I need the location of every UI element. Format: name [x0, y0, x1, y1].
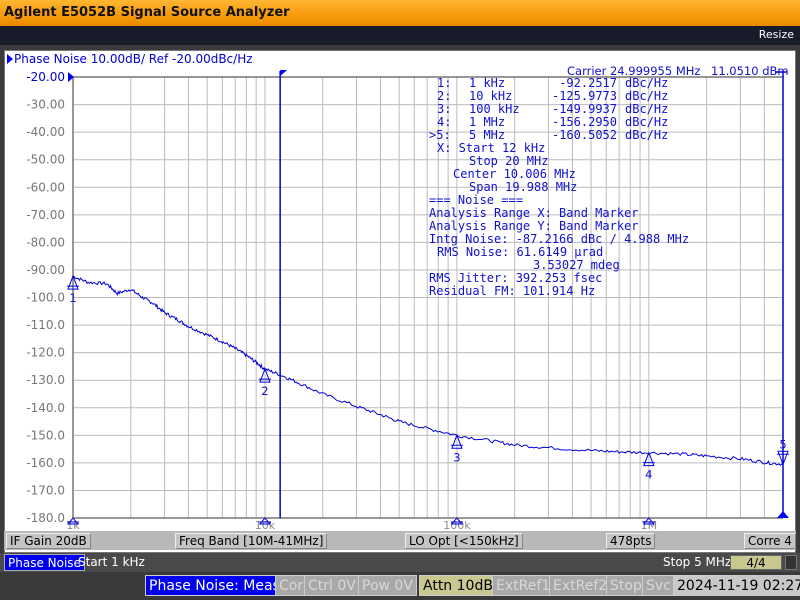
y-axis-ticks: -20.00 -30.00 -40.00 -50.00 -60.00 -70.00 -80.… — [26, 70, 74, 525]
y-tick-label: -140.0 — [26, 401, 65, 415]
marker-4-label: 4 — [645, 468, 652, 482]
y-tick-label: -80.00 — [26, 235, 65, 249]
points-button[interactable]: 478pts — [606, 533, 656, 549]
start-frequency: Start 1 kHz — [78, 555, 145, 569]
band-start: X: Start 12 kHz — [437, 141, 545, 155]
marker-readout-id: 1: — [437, 76, 451, 90]
trace-title-text: Phase Noise 10.00dB/ Ref -20.00dBc/Hz — [14, 52, 253, 66]
if-gain-button[interactable]: IF Gain 20dB — [6, 533, 91, 549]
trace-panel: -20.00 -30.00 -40.00 -50.00 -60.00 -70.00 -80.… — [4, 50, 796, 553]
correlation-button[interactable]: Corre 4 — [744, 533, 796, 549]
attn-status: Attn 10dB — [419, 575, 497, 596]
rms-noise-rad: RMS Noise: 61.6149 µrad — [437, 245, 603, 259]
y-tick-label: -50.00 — [26, 153, 65, 167]
stop-frequency: Stop 5 MHz — [663, 555, 732, 569]
marker-readout: Carrier 24.999955 MHz 11.0510 dBm1: 1 kHz -… — [429, 64, 789, 298]
y-tick-label: -20.00 — [26, 70, 65, 84]
marker-readout-unit: dBc/Hz — [625, 76, 668, 90]
y-tick-label: -170.0 — [26, 483, 65, 497]
y-tick-label: -90.00 — [26, 263, 65, 277]
sweep-status-row: Phase Noise Start 1 kHz Stop 5 MHz 4/4 — [0, 553, 800, 572]
integrated-noise: Intg Noise: -87.2166 dBc / 4.988 MHz — [429, 232, 689, 246]
marker-2-label: 2 — [261, 384, 268, 398]
trace-count: 4/4 — [730, 555, 782, 570]
pow-status: Pow 0V — [358, 575, 417, 596]
marker-readout-unit: dBc/Hz — [625, 102, 668, 116]
residual-fm: Residual FM: 101.914 Hz — [429, 284, 595, 298]
markers-group: 1 2 3 4 5 — [67, 274, 789, 482]
window-title: Agilent E5052B Signal Source Analyzer — [4, 5, 290, 20]
status-indicator — [785, 555, 797, 570]
marker-readout-unit: dBc/Hz — [625, 89, 668, 103]
lo-opt-button[interactable]: LO Opt [<150kHz] — [405, 533, 523, 549]
y-tick-label: -180.0 — [26, 511, 65, 525]
instrument-status-bar: Phase Noise: Meas Cor Ctrl 0V Pow 0V Att… — [0, 574, 800, 600]
freq-band-button[interactable]: Freq Band [10M-41MHz] — [175, 533, 328, 549]
rms-noise-deg: 3.53027 mdeg — [533, 258, 620, 272]
marker-readout-unit: dBc/Hz — [625, 115, 668, 129]
marker-readout-freq: 1 kHz — [469, 76, 505, 90]
stop-status: Stop — [606, 575, 646, 596]
band-span: Span 19.988 MHz — [469, 180, 577, 194]
y-tick-label: -150.0 — [26, 428, 65, 442]
analysis-range-x: Analysis Range X: Band Marker — [429, 206, 639, 220]
marker-readout-value: -125.9773 — [552, 89, 617, 103]
marker-readout-value: -92.2517 — [559, 76, 617, 90]
marker-readout-freq: 1 MHz — [469, 115, 505, 129]
y-tick-label: -70.00 — [26, 208, 65, 222]
analysis-range-y: Analysis Range Y: Band Marker — [429, 219, 639, 233]
marker-3-label: 3 — [453, 450, 460, 464]
marker-readout-freq: 10 kHz — [469, 89, 512, 103]
y-tick-label: -130.0 — [26, 373, 65, 387]
y-tick-label: -120.0 — [26, 346, 65, 360]
svc-status: Svc — [642, 575, 675, 596]
phase-noise-trace — [72, 275, 784, 466]
band-marker-flag-icon — [280, 70, 288, 76]
meas-status: Phase Noise: Meas — [145, 575, 284, 596]
marker-readout-freq: 100 kHz — [469, 102, 520, 116]
measurement-info-bar: IF Gain 20dB Freq Band [10M-41MHz] LO Op… — [4, 531, 796, 550]
marker-readout-value: -160.5052 — [552, 128, 617, 142]
marker-readout-freq: 5 MHz — [469, 128, 505, 142]
y-tick-label: -40.00 — [26, 125, 65, 139]
marker-readout-id: 2: — [437, 89, 451, 103]
marker-5-label: 5 — [779, 437, 786, 451]
rms-jitter: RMS Jitter: 392.253 fsec — [429, 271, 602, 285]
instrument-display: -20.00 -30.00 -40.00 -50.00 -60.00 -70.00 -80.… — [0, 45, 800, 600]
y-tick-label: -30.00 — [26, 98, 65, 112]
marker-1-label: 1 — [69, 291, 76, 305]
extref2-status: ExtRef2 — [549, 575, 612, 596]
carrier-power: 11.0510 dBm — [711, 64, 789, 78]
y-tick-label: -110.0 — [26, 318, 65, 332]
active-trace-triangle-icon — [7, 54, 13, 64]
cor-status: Cor — [275, 575, 308, 596]
trace-group — [72, 275, 784, 466]
y-tick-label: -60.00 — [26, 180, 65, 194]
marker-readout-unit: dBc/Hz — [625, 128, 668, 142]
band-stop: Stop 20 MHz — [469, 154, 548, 168]
datetime: 2024-11-19 02:27 — [673, 575, 800, 596]
marker-readout-value: -156.2950 — [552, 115, 617, 129]
trace-title: Phase Noise 10.00dB/ Ref -20.00dBc/Hz — [7, 52, 253, 66]
stop-arrow-icon — [777, 511, 789, 518]
ctrl-status: Ctrl 0V — [304, 575, 360, 596]
phase-noise-chart: -20.00 -30.00 -40.00 -50.00 -60.00 -70.00 -80.… — [26, 64, 789, 532]
band-center: Center 10.006 MHz — [453, 167, 576, 181]
y-tick-label: -100.0 — [26, 291, 65, 305]
extref1-status: ExtRef1 — [492, 575, 555, 596]
marker-readout-id: 4: — [437, 115, 451, 129]
measurement-mode-tag[interactable]: Phase Noise — [4, 554, 85, 571]
window-title-bar: Agilent E5052B Signal Source Analyzer — [0, 0, 800, 26]
noise-header: === Noise === — [429, 193, 523, 207]
marker-readout-value: -149.9937 — [552, 102, 617, 116]
marker-readout-id: >5: — [429, 128, 451, 142]
resize-button[interactable]: Resize — [759, 28, 794, 41]
menu-bar: Resize — [0, 26, 800, 45]
y-tick-label: -160.0 — [26, 456, 65, 470]
marker-readout-id: 3: — [437, 102, 451, 116]
